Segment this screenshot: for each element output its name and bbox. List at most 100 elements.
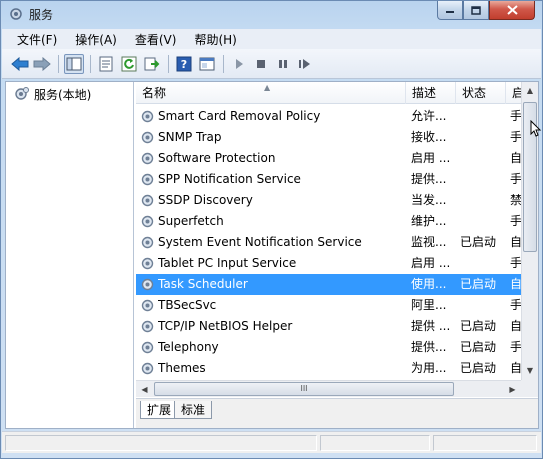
service-gear-icon [140, 298, 155, 313]
svg-text:?: ? [181, 58, 187, 71]
service-name: SPP Notification Service [158, 172, 301, 186]
stop-service-button[interactable] [251, 54, 271, 74]
pause-service-button[interactable] [273, 54, 293, 74]
service-startup-type: 手 [510, 298, 521, 312]
service-gear-icon [140, 340, 155, 355]
view-tabs: 扩展 标准 [136, 398, 538, 428]
start-service-button[interactable] [229, 54, 249, 74]
tab-extended[interactable]: 扩展 [140, 401, 179, 419]
toolbar: ? [2, 49, 541, 79]
pause-service-icon [279, 60, 287, 68]
service-gear-icon [140, 151, 155, 166]
back-button[interactable] [10, 54, 30, 74]
restart-service-icon [299, 59, 310, 69]
show-tree-icon [66, 57, 82, 71]
menu-view[interactable]: 查看(V) [126, 31, 186, 48]
service-gear-icon [140, 235, 155, 250]
horizontal-scroll-thumb[interactable]: III [154, 382, 454, 396]
properties-button[interactable] [96, 54, 116, 74]
scroll-down-arrow-icon[interactable]: ▼ [522, 362, 538, 379]
maximize-button[interactable] [463, 1, 489, 20]
list-header: 名称 ▲ 描述 状态 启 [136, 82, 522, 104]
service-row[interactable]: Task Scheduler 使用... 已启动自 [136, 274, 521, 295]
service-row[interactable]: Software Protection 启用 ... 自 [136, 148, 521, 169]
service-row[interactable]: Superfetch 维护... 手 [136, 211, 521, 232]
column-header-description[interactable]: 描述 [406, 82, 456, 104]
service-description: 接收... [411, 130, 447, 144]
tree-node-services-local[interactable]: 服务(本地) [11, 85, 94, 103]
service-status: 已启动 [460, 235, 497, 249]
show-tree-button[interactable] [64, 54, 84, 74]
service-row[interactable]: TCP/IP NetBIOS Helper 提供 ... 已启动自 [136, 316, 521, 337]
service-name: Smart Card Removal Policy [158, 109, 321, 123]
column-header-startup-type[interactable]: 启 [506, 82, 522, 104]
minimize-button[interactable] [437, 1, 463, 20]
service-startup-type: 手 [510, 172, 521, 186]
refresh-button[interactable] [119, 54, 139, 74]
service-startup-type: 手 [510, 214, 521, 228]
help-button[interactable]: ? [174, 54, 194, 74]
service-startup-type: 自 [510, 319, 521, 333]
service-row[interactable]: Telephony 提供... 已启动手 [136, 337, 521, 358]
close-button[interactable] [489, 1, 535, 20]
service-description: 为用... [411, 361, 447, 375]
title-bar[interactable]: 服务 [1, 1, 542, 28]
scroll-left-arrow-icon[interactable]: ◀ [136, 381, 153, 397]
services-list-pane: 名称 ▲ 描述 状态 启 Smart Card Removal Policy 允许… [136, 82, 538, 428]
service-description: 允许... [411, 109, 447, 123]
service-startup-type: 自 [510, 151, 521, 165]
service-row[interactable]: SSDP Discovery 当发... 禁 [136, 190, 521, 211]
service-description: 提供... [411, 340, 447, 354]
scroll-up-arrow-icon[interactable]: ▲ [522, 82, 538, 99]
service-row[interactable]: SNMP Trap 接收... 手 [136, 127, 521, 148]
services-window: 服务 文件(F) 操作(A) 查看(V) 帮助(H) ? 服务(本地) 名称 ▲… [0, 0, 543, 459]
properties-icon [99, 56, 113, 72]
service-status: 已启动 [460, 340, 497, 354]
service-row[interactable]: Themes 为用... 已启动自 [136, 358, 521, 379]
mouse-cursor-icon [530, 120, 542, 137]
column-header-status[interactable]: 状态 [456, 82, 506, 104]
services-rows: Smart Card Removal Policy 允许... 手 SNMP Trap… [136, 106, 521, 380]
service-gear-icon [140, 109, 155, 124]
service-gear-icon [140, 277, 155, 292]
start-service-icon [236, 59, 243, 69]
toolbar-separator [223, 55, 224, 73]
toolbar-separator [58, 55, 59, 73]
service-status: 已启动 [460, 361, 497, 375]
scroll-right-arrow-icon[interactable]: ▶ [504, 381, 521, 397]
stop-service-icon [257, 60, 265, 68]
export-icon [144, 57, 160, 71]
horizontal-scrollbar[interactable]: ◀ III ▶ [136, 380, 521, 397]
help-icon: ? [176, 56, 192, 72]
service-gear-icon [140, 361, 155, 376]
column-header-name[interactable]: 名称 [136, 82, 406, 104]
forward-icon [33, 57, 51, 71]
service-row[interactable]: System Event Notification Service 监视... 已启… [136, 232, 521, 253]
forward-button[interactable] [32, 54, 52, 74]
service-row[interactable]: Smart Card Removal Policy 允许... 手 [136, 106, 521, 127]
refresh-icon [121, 56, 137, 72]
console-tree: 服务(本地) [6, 82, 134, 428]
menu-help[interactable]: 帮助(H) [185, 31, 245, 48]
service-row[interactable]: SPP Notification Service 提供... 手 [136, 169, 521, 190]
service-gear-icon [140, 214, 155, 229]
service-gear-icon [140, 193, 155, 208]
sort-ascending-icon: ▲ [264, 83, 271, 92]
console-button[interactable] [197, 54, 217, 74]
service-row[interactable]: TBSecSvc 阿里... 手 [136, 295, 521, 316]
menu-file[interactable]: 文件(F) [8, 31, 66, 48]
export-button[interactable] [142, 54, 162, 74]
service-name: Superfetch [158, 214, 224, 228]
status-segment [5, 435, 317, 451]
service-name: TBSecSvc [158, 298, 217, 312]
service-gear-icon [140, 256, 155, 271]
tab-standard[interactable]: 标准 [174, 401, 213, 419]
restart-service-button[interactable] [295, 54, 315, 74]
service-row[interactable]: Tablet PC Input Service 启用 ... 手 [136, 253, 521, 274]
service-startup-type: 手 [510, 256, 521, 270]
maximize-icon [471, 5, 481, 15]
service-name: Task Scheduler [158, 277, 248, 291]
service-name: SNMP Trap [158, 130, 222, 144]
menu-action[interactable]: 操作(A) [66, 31, 126, 48]
service-description: 使用... [411, 277, 447, 291]
